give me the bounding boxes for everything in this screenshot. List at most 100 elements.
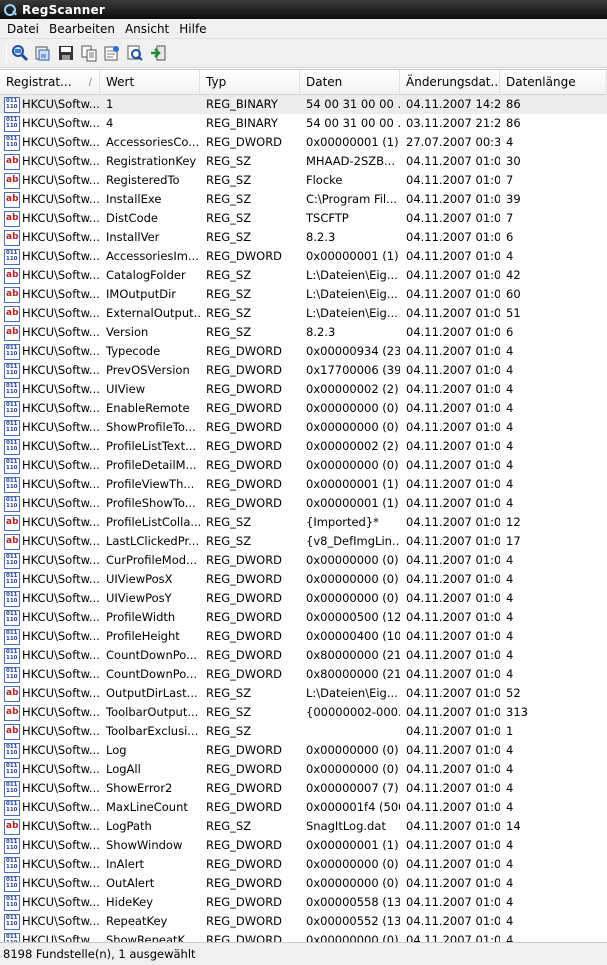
table-row[interactable]: HKCU\Softw... ToolbarOutput... REG_SZ {0000…	[0, 703, 607, 722]
results-list[interactable]: Registrat... ∕ Wert Typ Daten Änderungsda…	[0, 69, 607, 942]
table-row[interactable]: HKCU\Softw... ExternalOutput... REG_SZ L:\D…	[0, 304, 607, 323]
table-row[interactable]: HKCU\Softw... HideKey REG_DWORD 0x00000558 …	[0, 893, 607, 912]
column-header-data[interactable]: Daten	[300, 70, 400, 94]
table-row[interactable]: HKCU\Softw... ProfileShowTo... REG_DWORD 0x…	[0, 494, 607, 513]
cell-data-length: 4	[506, 743, 514, 757]
cell-modified-date: 04.11.2007 01:0...	[406, 743, 500, 757]
table-row[interactable]: HKCU\Softw... RegistrationKey REG_SZ MHAAD-…	[0, 152, 607, 171]
scan-button[interactable]	[11, 44, 29, 62]
cell-value: ShowError2	[106, 781, 173, 795]
sort-arrow-icon: ∕	[88, 77, 92, 88]
menu-ansicht[interactable]: Ansicht	[120, 19, 174, 39]
table-row[interactable]: HKCU\Softw... ShowError2 REG_DWORD 0x000000…	[0, 779, 607, 798]
reg-binary-icon	[4, 457, 20, 474]
table-row[interactable]: HKCU\Softw... UIViewPosY REG_DWORD 0x000000…	[0, 589, 607, 608]
scan-icon	[12, 45, 29, 62]
table-row[interactable]: HKCU\Softw... IMOutputDir REG_SZ L:\Dateien…	[0, 285, 607, 304]
table-row[interactable]: HKCU\Softw... MaxLineCount REG_DWORD 0x0000…	[0, 798, 607, 817]
cell-data: 0x00000000 (0)	[306, 401, 399, 415]
cell-type: REG_BINARY	[206, 116, 278, 130]
cell-data-length: 4	[506, 762, 514, 776]
table-row[interactable]: HKCU\Softw... ShowProfileTo... REG_DWORD 0x…	[0, 418, 607, 437]
table-row[interactable]: HKCU\Softw... ProfileListColla... REG_SZ {I…	[0, 513, 607, 532]
registry-key-text: HKCU\Softw...	[22, 249, 100, 263]
table-row[interactable]: HKCU\Softw... ProfileHeight REG_DWORD 0x000…	[0, 627, 607, 646]
cell-type: REG_DWORD	[206, 135, 283, 149]
registry-key-text: HKCU\Softw...	[22, 458, 100, 472]
column-header-type[interactable]: Typ	[200, 70, 300, 94]
copy-button[interactable]	[80, 44, 98, 62]
table-row[interactable]: HKCU\Softw... CountDownPo... REG_DWORD 0x80…	[0, 665, 607, 684]
cell-type: REG_SZ	[206, 325, 252, 339]
table-row[interactable]: HKCU\Softw... LogPath REG_SZ SnagItLog.dat 0…	[0, 817, 607, 836]
reg-string-icon	[4, 191, 20, 208]
table-row[interactable]: HKCU\Softw... ToolbarExclusi... REG_SZ 04.1…	[0, 722, 607, 741]
table-row[interactable]: HKCU\Softw... ProfileDetailM... REG_DWORD 0…	[0, 456, 607, 475]
cell-value: InstallVer	[106, 230, 160, 244]
table-row[interactable]: HKCU\Softw... Log REG_DWORD 0x00000000 (0) 0…	[0, 741, 607, 760]
reg-binary-icon	[4, 837, 20, 854]
cell-modified-date: 04.11.2007 01:0...	[406, 857, 500, 871]
cell-registry-key: HKCU\Softw...	[0, 228, 100, 247]
table-row[interactable]: HKCU\Softw... Typecode REG_DWORD 0x00000934…	[0, 342, 607, 361]
table-row[interactable]: HKCU\Softw... OutAlert REG_DWORD 0x00000000…	[0, 874, 607, 893]
column-label-registry-key: Registrat...	[6, 75, 72, 89]
table-row[interactable]: HKCU\Softw... DistCode REG_SZ TSCFTP 04.11.2…	[0, 209, 607, 228]
menu-datei[interactable]: Datei	[2, 19, 44, 39]
table-row[interactable]: HKCU\Softw... AccessoriesIm... REG_DWORD 0x…	[0, 247, 607, 266]
table-row[interactable]: HKCU\Softw... InAlert REG_DWORD 0x00000000 …	[0, 855, 607, 874]
cell-registry-key: HKCU\Softw...	[0, 798, 100, 817]
column-header-data-length[interactable]: Datenlänge	[500, 70, 607, 94]
table-row[interactable]: HKCU\Softw... PrevOSVersion REG_DWORD 0x177…	[0, 361, 607, 380]
table-row[interactable]: HKCU\Softw... RegisteredTo REG_SZ Flocke 04.…	[0, 171, 607, 190]
table-row[interactable]: HKCU\Softw... ShowWindow REG_DWORD 0x000000…	[0, 836, 607, 855]
reg-string-icon	[4, 286, 20, 303]
cell-registry-key: HKCU\Softw...	[0, 741, 100, 760]
table-row[interactable]: HKCU\Softw... RepeatKey REG_DWORD 0x0000055…	[0, 912, 607, 931]
table-row[interactable]: HKCU\Softw... OutputDirLast... REG_SZ L:\Da…	[0, 684, 607, 703]
table-row[interactable]: HKCU\Softw... ShowRepeatK... REG_DWORD 0x00…	[0, 931, 607, 942]
table-row[interactable]: HKCU\Softw... InstallExe REG_SZ C:\Program …	[0, 190, 607, 209]
table-row[interactable]: HKCU\Softw... UIView REG_DWORD 0x00000002 (…	[0, 380, 607, 399]
cell-type: REG_DWORD	[206, 344, 283, 358]
jump-to-regedit-button[interactable]	[149, 44, 167, 62]
find-button[interactable]	[126, 44, 144, 62]
cell-modified-date: 04.11.2007 01:0...	[406, 325, 500, 339]
table-row[interactable]: HKCU\Softw... LogAll REG_DWORD 0x00000000 (…	[0, 760, 607, 779]
registry-key-text: HKCU\Softw...	[22, 762, 100, 776]
table-row[interactable]: HKCU\Softw... ProfileViewTh... REG_DWORD 0x…	[0, 475, 607, 494]
cell-value: ProfileShowTo...	[106, 496, 196, 510]
cell-value: InAlert	[106, 857, 145, 871]
cell-registry-key: HKCU\Softw...	[0, 342, 100, 361]
table-row[interactable]: HKCU\Softw... ProfileListText... REG_DWORD…	[0, 437, 607, 456]
table-row[interactable]: HKCU\Softw... Version REG_SZ 8.2.3 04.11.200…	[0, 323, 607, 342]
cell-value: EnableRemote	[106, 401, 190, 415]
table-row[interactable]: HKCU\Softw... ProfileWidth REG_DWORD 0x0000…	[0, 608, 607, 627]
table-row[interactable]: HKCU\Softw... InstallVer REG_SZ 8.2.3 04.11.…	[0, 228, 607, 247]
table-row[interactable]: HKCU\Softw... CurProfileMod... REG_DWORD 0x…	[0, 551, 607, 570]
reg-binary-icon	[4, 495, 20, 512]
reg-binary-icon	[4, 856, 20, 873]
export-button[interactable]	[34, 44, 52, 62]
table-row[interactable]: HKCU\Softw... LastLClickedPr... REG_SZ {v8_…	[0, 532, 607, 551]
cell-modified-date: 04.11.2007 01:0...	[406, 458, 500, 472]
table-row[interactable]: HKCU\Softw... UIViewPosX REG_DWORD 0x000000…	[0, 570, 607, 589]
menu-hilfe[interactable]: Hilfe	[174, 19, 211, 39]
column-header-modified-date[interactable]: Änderungsdat...	[400, 70, 500, 94]
cell-registry-key: HKCU\Softw...	[0, 133, 100, 152]
cell-registry-key: HKCU\Softw...	[0, 855, 100, 874]
table-row[interactable]: HKCU\Softw... 4 REG_BINARY 54 00 31 00 00 .…	[0, 114, 607, 133]
cell-data: 0x00000007 (7)	[306, 781, 399, 795]
properties-button[interactable]	[103, 44, 121, 62]
cell-data-length: 4	[506, 838, 514, 852]
table-row[interactable]: HKCU\Softw... 1 REG_BINARY 54 00 31 00 00 .…	[0, 95, 607, 114]
table-row[interactable]: HKCU\Softw... CountDownPo... REG_DWORD 0x80…	[0, 646, 607, 665]
table-row[interactable]: HKCU\Softw... CatalogFolder REG_SZ L:\Datei…	[0, 266, 607, 285]
menu-bearbeiten[interactable]: Bearbeiten	[44, 19, 120, 39]
column-header-value[interactable]: Wert	[100, 70, 200, 94]
table-row[interactable]: HKCU\Softw... EnableRemote REG_DWORD 0x0000…	[0, 399, 607, 418]
table-row[interactable]: HKCU\Softw... AccessoriesCo... REG_DWORD 0x…	[0, 133, 607, 152]
cell-type: REG_BINARY	[206, 97, 278, 111]
save-button[interactable]	[57, 44, 75, 62]
column-header-registry-key[interactable]: Registrat... ∕	[0, 70, 100, 94]
